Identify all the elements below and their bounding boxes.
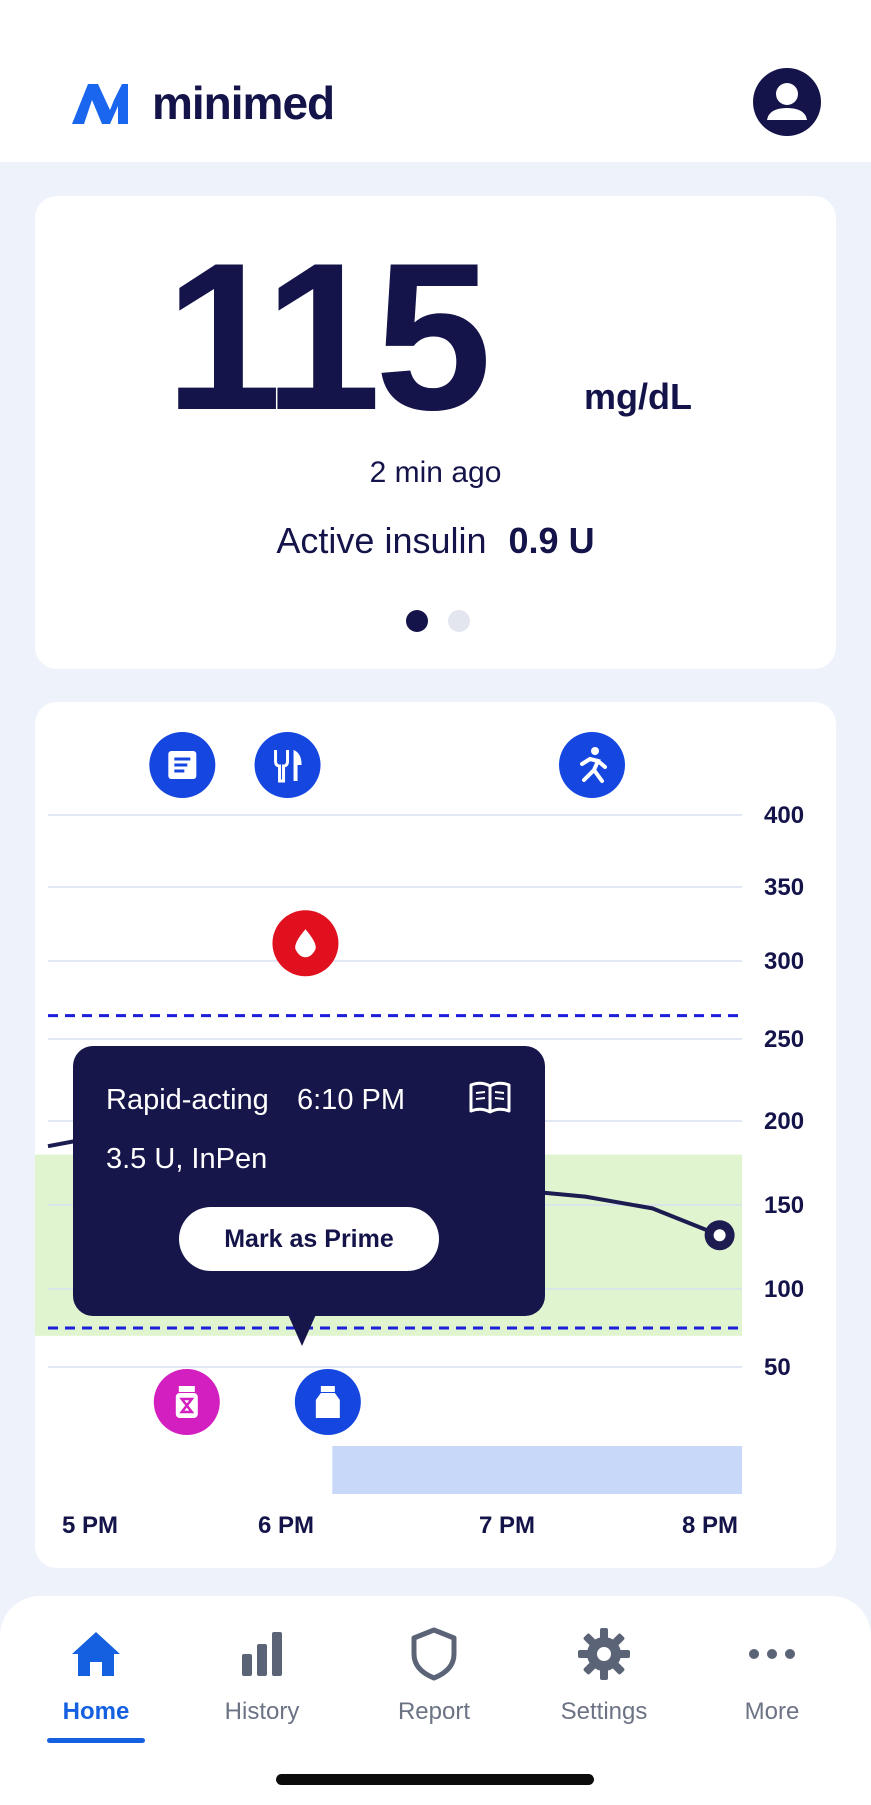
tooltip-insulin-type: Rapid-acting (106, 1084, 269, 1116)
y-tick-label: 250 (764, 1026, 805, 1053)
nav-label: Report (397, 1698, 471, 1725)
home-icon (72, 1632, 120, 1676)
runner-head (591, 747, 600, 755)
nav-item-report[interactable]: Report (359, 1626, 509, 1746)
tooltip-time: 6:10 PM (297, 1084, 405, 1116)
y-tick-label: 300 (764, 948, 805, 975)
more-dots-icon (749, 1649, 795, 1659)
y-tick-label: 50 (764, 1354, 791, 1381)
tooltip-pointer (286, 1310, 318, 1346)
nav-label: More (744, 1698, 800, 1725)
glucose-chart[interactable] (0, 0, 871, 1600)
home-indicator (276, 1774, 594, 1785)
nav-label: Settings (560, 1698, 648, 1725)
vial-cap (178, 1386, 195, 1392)
y-tick-label: 150 (764, 1192, 805, 1219)
logbook-icon[interactable] (468, 1080, 512, 1116)
basal-delivery-bar (332, 1446, 742, 1494)
nav-item-settings[interactable]: Settings (529, 1626, 679, 1746)
x-tick-label: 6 PM (258, 1512, 315, 1539)
latest-reading-point-center (713, 1229, 726, 1242)
nav-active-indicator (47, 1738, 145, 1743)
vial-body (315, 1393, 340, 1418)
nav-item-more[interactable]: More (697, 1626, 847, 1746)
nav-label: Home (62, 1698, 130, 1725)
gear-icon (578, 1628, 630, 1680)
bar-chart-icon (242, 1632, 282, 1676)
mark-as-prime-button[interactable]: Mark as Prime (179, 1207, 439, 1271)
y-tick-label: 400 (764, 802, 805, 829)
exercise-icon[interactable] (559, 732, 626, 798)
x-tick-label: 8 PM (682, 1512, 739, 1539)
nav-label: History (224, 1698, 300, 1725)
shield-icon (411, 1627, 457, 1681)
x-tick-label: 7 PM (479, 1512, 536, 1539)
x-tick-label: 5 PM (62, 1512, 119, 1539)
vial-cap (320, 1386, 335, 1392)
nav-item-history[interactable]: History (187, 1626, 337, 1746)
y-tick-label: 200 (764, 1108, 805, 1135)
y-tick-label: 100 (764, 1276, 805, 1303)
y-tick-label: 350 (764, 874, 805, 901)
tooltip-dose: 3.5 U, InPen (106, 1143, 268, 1175)
nav-item-home[interactable]: Home (21, 1626, 171, 1746)
